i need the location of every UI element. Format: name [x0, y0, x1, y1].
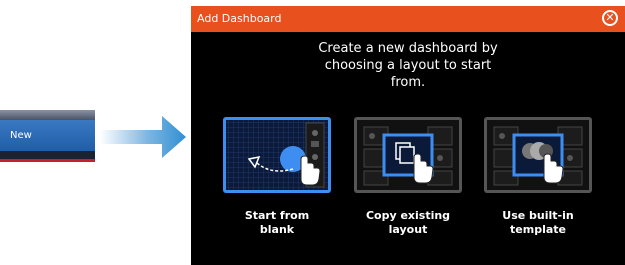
add-dashboard-dialog: Add Dashboard ✕ Create a new dashboard b…	[191, 6, 625, 265]
menu-bottom-bar	[0, 151, 95, 159]
option-label-line-1: Use built-in	[502, 209, 574, 222]
copy-layout-icon	[354, 117, 462, 193]
option-label-line-2: template	[510, 223, 566, 236]
option-label-line-1: Copy existing	[365, 209, 451, 222]
menu-top-bar	[0, 110, 95, 120]
option-label-line-1: Start from	[244, 209, 310, 222]
dialog-title: Add Dashboard	[197, 12, 282, 25]
blank-layout-icon	[223, 117, 331, 193]
close-icon[interactable]: ✕	[602, 10, 618, 26]
option-label-line-2: blank	[259, 223, 295, 236]
option-label-line-2: layout	[388, 223, 428, 236]
start-from-blank-label: Start from blank	[223, 209, 331, 237]
template-icon	[484, 117, 592, 193]
menu-red-stripe	[0, 159, 95, 162]
heading-line-1: Create a new dashboard by	[318, 41, 498, 56]
copy-existing-layout-label: Copy existing layout	[354, 209, 462, 237]
dialog-titlebar: Add Dashboard ✕	[191, 6, 625, 32]
menu-fragment: New	[0, 110, 95, 162]
heading-line-3: from.	[390, 75, 426, 90]
use-built-in-template-option[interactable]: Use built-in template	[484, 117, 596, 237]
use-built-in-template-label: Use built-in template	[484, 209, 592, 237]
dialog-heading: Create a new dashboard by choosing a lay…	[281, 40, 535, 91]
heading-line-2: choosing a layout to start	[324, 58, 492, 73]
new-menu-item[interactable]: New	[0, 120, 95, 151]
arrow-right-icon	[100, 112, 188, 162]
copy-existing-layout-option[interactable]: Copy existing layout	[354, 117, 466, 237]
start-from-blank-option[interactable]: Start from blank	[223, 117, 335, 237]
